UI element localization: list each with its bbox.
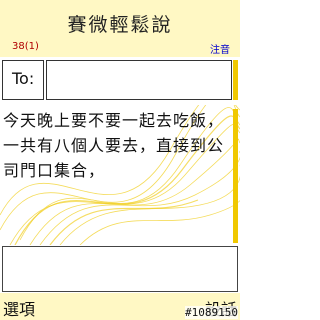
recipient-row: To:: [0, 57, 240, 105]
message-area[interactable]: 今天晚上要不要一起去吃飯，一共有八個人要去，直接到公司門口集合，: [0, 105, 240, 245]
message-body[interactable]: 今天晚上要不要一起去吃飯，一共有八個人要去，直接到公司門口集合，: [3, 108, 231, 183]
recipient-scrollbar: [233, 60, 238, 100]
character-count: 38(1): [12, 41, 39, 52]
image-watermark: #1089150: [185, 306, 238, 319]
recipient-label-box: To:: [2, 60, 44, 100]
title-bar: 賽微輕鬆說: [0, 0, 240, 40]
compose-field[interactable]: [2, 246, 238, 292]
status-row: 38(1) 注音: [0, 40, 240, 57]
app-title: 賽微輕鬆說: [67, 14, 173, 36]
message-scrollbar: [233, 109, 238, 243]
options-softkey[interactable]: 選項: [3, 296, 35, 320]
recipient-label: To:: [12, 69, 35, 88]
recipient-field[interactable]: [46, 60, 232, 100]
input-mode-indicator: 注音: [210, 45, 230, 56]
